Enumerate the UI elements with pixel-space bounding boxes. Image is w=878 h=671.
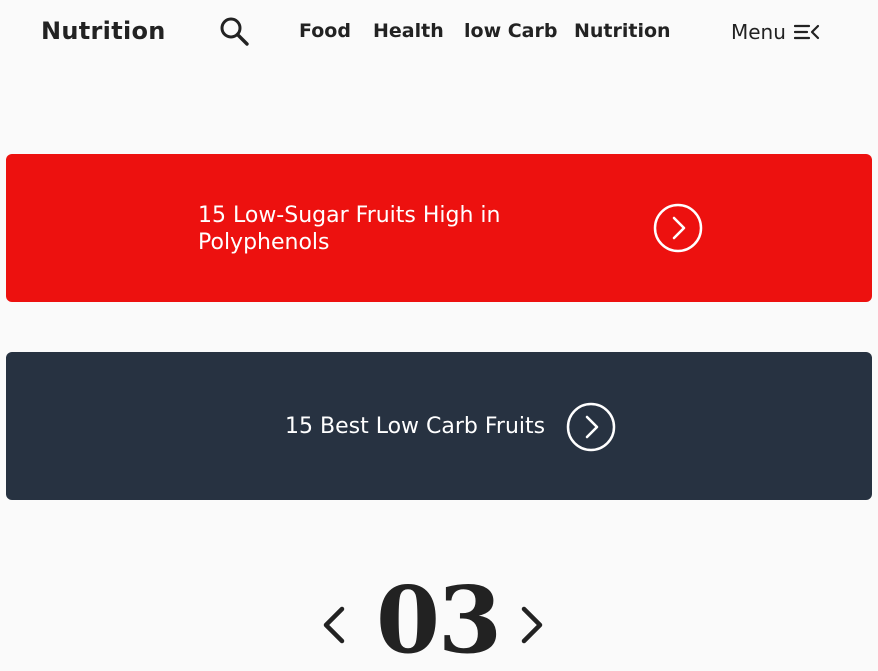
article-card-low-sugar-fruits[interactable]: 15 Low-Sugar Fruits High in Polyphenols — [6, 154, 872, 302]
article-card-low-carb-fruits[interactable]: 15 Best Low Carb Fruits — [6, 352, 872, 500]
article-card-title: 15 Best Low Carb Fruits — [285, 414, 546, 439]
nav-item-health[interactable]: Health — [373, 20, 444, 42]
site-logo[interactable]: Nutrition — [41, 17, 166, 45]
page: Nutrition Food Health low Carb Nutrition… — [0, 0, 878, 671]
site-header: Nutrition Food Health low Carb Nutrition… — [0, 0, 878, 64]
chevron-right-icon[interactable] — [518, 605, 546, 645]
chevron-right-circle-icon[interactable] — [653, 203, 703, 253]
page-number: 03 — [376, 566, 502, 671]
chevron-left-icon[interactable] — [320, 605, 348, 645]
search-button[interactable] — [218, 15, 250, 47]
menu-button[interactable]: Menu — [731, 19, 820, 45]
article-card-title: 15 Low-Sugar Fruits High in Polyphenols — [198, 203, 501, 255]
menu-icon — [793, 24, 820, 40]
chevron-right-circle-icon[interactable] — [566, 402, 616, 452]
search-icon — [220, 17, 249, 46]
pagination: 03 — [0, 570, 878, 671]
nav-item-low-carb[interactable]: low Carb — [464, 20, 557, 42]
nav-item-nutrition[interactable]: Nutrition — [574, 20, 671, 42]
menu-label: Menu — [731, 20, 786, 44]
nav-item-food[interactable]: Food — [299, 20, 351, 42]
